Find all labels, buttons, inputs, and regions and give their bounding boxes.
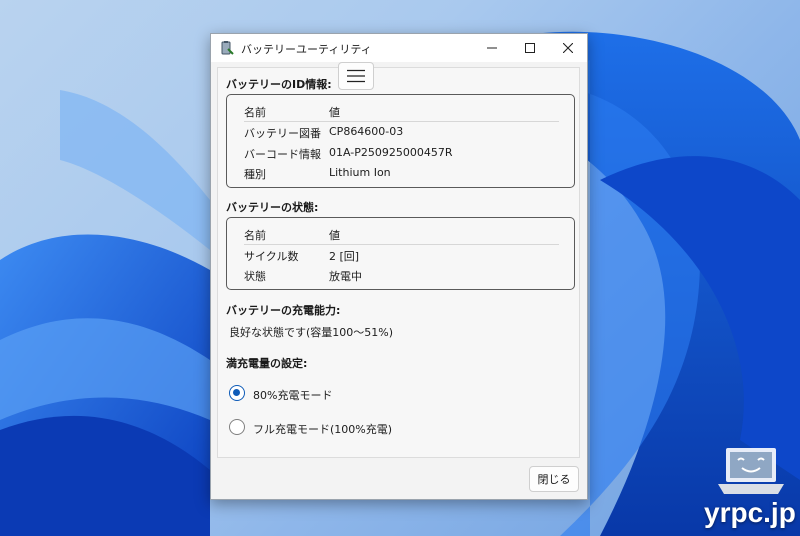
table-row: サイクル数 2 [回] (227, 245, 574, 265)
id-section-heading: バッテリーのID情報: (226, 78, 332, 91)
capacity-section-heading: バッテリーの充電能力: (226, 304, 341, 317)
column-header-value: 値 (329, 229, 340, 242)
row-value: CP864600-03 (329, 125, 404, 138)
table-row: 種別 Lithium Ion (227, 163, 574, 183)
close-button[interactable]: 閉じる (529, 466, 579, 492)
laptop-face-logo (718, 448, 784, 494)
site-watermark: yrpc.jp (704, 497, 796, 528)
capacity-status-text: 良好な状態です(容量100〜51%) (229, 326, 394, 339)
row-name: 状態 (244, 270, 266, 283)
radio-label-80-percent[interactable]: 80%充電モード (253, 387, 332, 403)
charge-setting-heading: 満充電量の設定: (226, 357, 308, 370)
minimize-button[interactable] (473, 34, 511, 62)
row-value: 放電中 (329, 270, 362, 283)
battery-app-icon (221, 41, 234, 55)
table-header-row: 名前 値 (244, 101, 559, 122)
id-info-table: 名前 値 バッテリー図番 CP864600-03 バーコード情報 01A-P25… (226, 94, 575, 188)
status-table: 名前 値 サイクル数 2 [回] 状態 放電中 (226, 217, 575, 290)
table-row: バーコード情報 01A-P250925000457R (227, 143, 574, 163)
row-name: バッテリー図番 (244, 127, 321, 140)
title-bar[interactable]: バッテリーユーティリティ (211, 34, 587, 62)
table-row: 状態 放電中 (227, 265, 574, 285)
radio-full-charge-mode[interactable] (229, 419, 245, 435)
close-icon (563, 43, 573, 53)
close-window-button[interactable] (549, 34, 587, 62)
row-value: 2 [回] (329, 250, 360, 263)
hamburger-menu-icon (347, 69, 365, 83)
column-header-value: 値 (329, 106, 340, 119)
maximize-button[interactable] (511, 34, 549, 62)
row-name: サイクル数 (244, 250, 299, 263)
maximize-icon (525, 43, 535, 53)
row-value: Lithium Ion (329, 166, 391, 179)
radio-80-percent-mode[interactable] (229, 385, 245, 401)
column-header-name: 名前 (244, 106, 266, 119)
status-section-heading: バッテリーの状態: (226, 201, 319, 214)
column-header-name: 名前 (244, 229, 266, 242)
row-name: 種別 (244, 168, 266, 181)
minimize-icon (487, 47, 497, 49)
table-row: バッテリー図番 CP864600-03 (227, 122, 574, 142)
row-name: バーコード情報 (244, 148, 321, 161)
menu-button[interactable] (338, 62, 374, 90)
radio-label-full-charge[interactable]: フル充電モード(100%充電) (253, 421, 392, 437)
table-header-row: 名前 値 (244, 224, 559, 245)
row-value: 01A-P250925000457R (329, 146, 453, 159)
window-title: バッテリーユーティリティ (241, 43, 372, 56)
